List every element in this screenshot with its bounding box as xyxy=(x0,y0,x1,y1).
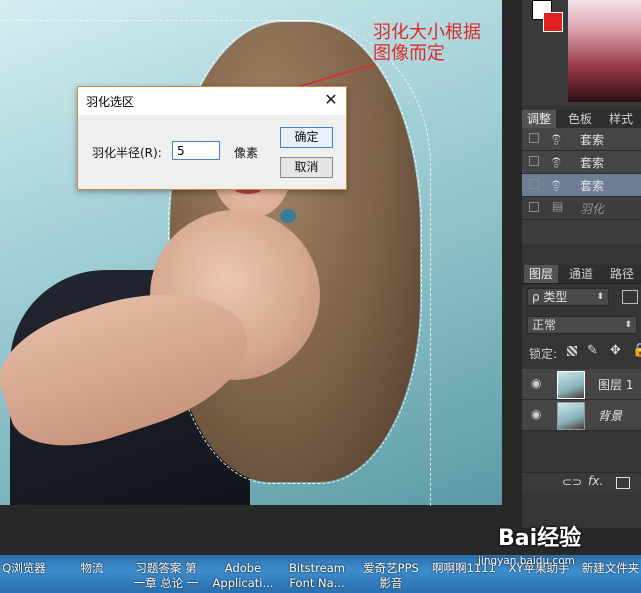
layer-kind-filter-select[interactable]: ρ 类型 ⬍ xyxy=(527,288,609,306)
taskbar-item-label: 爱奇艺PPS xyxy=(363,561,419,575)
taskbar-item-label: 习题答案 第 xyxy=(135,561,197,575)
lasso-icon: ඉ xyxy=(552,153,561,169)
taskbar-item[interactable]: 习题答案 第 一章 总论 一 xyxy=(128,561,204,591)
layer-row[interactable]: ◉ 图层 1 xyxy=(522,369,641,400)
history-row-selected[interactable]: ඉ 套索 xyxy=(522,174,641,197)
visibility-eye-icon[interactable]: ◉ xyxy=(531,376,541,390)
cancel-button[interactable]: 取消 xyxy=(280,157,333,178)
history-checkbox[interactable] xyxy=(529,133,539,143)
layer-row[interactable]: ◉ 背景 xyxy=(522,400,641,431)
annotation-line-2: 图像而定 xyxy=(373,43,445,64)
layer-thumbnail xyxy=(557,402,585,430)
visibility-eye-icon[interactable]: ◉ xyxy=(531,407,541,421)
layer-kind-filter-label: ρ 类型 xyxy=(532,290,568,304)
layer-name: 背景 xyxy=(598,409,623,423)
history-panel: ඉ 套索 ඉ 套索 ඉ 套索 ▤ 羽化 xyxy=(522,128,641,244)
annotation-text: 羽化大小根据 图像而定 xyxy=(373,22,508,64)
tab-layers[interactable]: 图层 xyxy=(524,265,559,283)
tab-styles[interactable]: 样式 xyxy=(604,110,638,128)
history-row[interactable]: ඉ 套索 xyxy=(522,151,641,174)
taskbar-item-label-2: Font Na... xyxy=(289,576,345,590)
lock-all-icon[interactable]: 🔒 xyxy=(632,343,641,358)
taskbar-item-label: 新建文件夹 xyxy=(581,561,640,575)
taskbar-item[interactable]: Adobe Applicati... xyxy=(208,561,278,591)
dialog-title: 羽化选区 xyxy=(86,95,135,109)
history-checkbox[interactable] xyxy=(529,202,539,212)
feather-unit-label: 像素 xyxy=(234,146,259,160)
layer-name: 图层 1 xyxy=(598,378,634,392)
lock-move-icon[interactable]: ✥ xyxy=(610,343,621,358)
taskbar-item-label: 物流 xyxy=(80,561,104,575)
history-row[interactable]: ඉ 套索 xyxy=(522,128,641,151)
feather-selection-dialog: 羽化选区 ✕ 羽化半径(R): 像素 确定 取消 xyxy=(77,86,347,190)
tab-adjustments[interactable]: 调整 xyxy=(522,110,557,128)
lock-label: 锁定: xyxy=(529,347,558,361)
color-panel xyxy=(522,0,641,105)
blend-mode-select[interactable]: 正常 ⬍ xyxy=(527,316,637,334)
taskbar-item[interactable]: Q浏览器 xyxy=(0,561,48,576)
blend-mode-label: 正常 xyxy=(532,318,557,332)
link-icon[interactable]: ⊂⊃ xyxy=(562,475,582,489)
baidu-watermark-url: jingyan.baidu.com xyxy=(478,555,575,567)
close-icon[interactable]: ✕ xyxy=(322,91,340,109)
chevron-down-icon: ⬍ xyxy=(596,292,604,302)
background-color-swatch[interactable] xyxy=(543,12,563,32)
chevron-down-icon: ⬍ xyxy=(624,320,632,330)
history-row[interactable]: ▤ 羽化 xyxy=(522,197,641,220)
tab-channels[interactable]: 通道 xyxy=(564,265,598,283)
baidu-watermark-logo: Bai经验 xyxy=(498,526,582,551)
lasso-icon: ඉ xyxy=(552,176,561,192)
annotation-line-1: 羽化大小根据 xyxy=(373,22,481,43)
lock-paint-brush-icon[interactable]: ✎ xyxy=(587,343,598,358)
image-filter-icon[interactable] xyxy=(622,290,638,304)
tab-paths[interactable]: 路径 xyxy=(605,265,639,283)
taskbar-item[interactable]: 物流 xyxy=(72,561,112,576)
right-panel-dock: 调整 色板 样式 ඉ 套索 ඉ 套索 ඉ 套索 ▤ 羽化 图层 通道 路径 ρ … xyxy=(522,0,641,528)
layers-tabbar: 图层 通道 路径 xyxy=(522,265,641,284)
mask-icon[interactable] xyxy=(616,477,630,489)
history-checkbox[interactable] xyxy=(529,179,539,189)
taskbar-item-label-2: 影音 xyxy=(379,576,403,590)
history-row-label: 羽化 xyxy=(580,202,605,216)
layers-footer: ⊂⊃ fx. xyxy=(522,472,641,493)
taskbar-item[interactable]: 爱奇艺PPS 影音 xyxy=(356,561,426,591)
taskbar-item-label: Bitstream xyxy=(289,561,345,575)
history-row-label: 套索 xyxy=(580,156,605,170)
fx-icon[interactable]: fx. xyxy=(588,474,603,488)
ok-button[interactable]: 确定 xyxy=(280,127,333,148)
taskbar-item-label-2: Applicati... xyxy=(212,576,274,590)
taskbar-item[interactable]: Bitstream Font Na... xyxy=(282,561,352,591)
adjustments-tabbar: 调整 色板 样式 xyxy=(522,110,641,129)
taskbar-item-label: Q浏览器 xyxy=(2,561,46,575)
taskbar-item[interactable]: 新建文件夹 xyxy=(580,561,641,576)
history-row-label: 套索 xyxy=(580,133,605,147)
dialog-titlebar[interactable]: 羽化选区 ✕ xyxy=(78,87,346,115)
feather-radius-label: 羽化半径(R): xyxy=(92,146,162,160)
lasso-icon: ඉ xyxy=(552,130,561,146)
feather-radius-input[interactable] xyxy=(172,141,220,160)
layer-thumbnail xyxy=(557,371,585,399)
color-spectrum-picker[interactable] xyxy=(568,0,641,102)
history-row-label: 套索 xyxy=(580,179,605,193)
lock-transparent-icon[interactable] xyxy=(567,346,577,356)
taskbar-item-label: Adobe xyxy=(224,561,262,575)
taskbar-item-label-2: 一章 总论 一 xyxy=(133,576,199,590)
document-icon: ▤ xyxy=(552,199,564,213)
tab-swatches[interactable]: 色板 xyxy=(563,110,597,128)
history-checkbox[interactable] xyxy=(529,156,539,166)
